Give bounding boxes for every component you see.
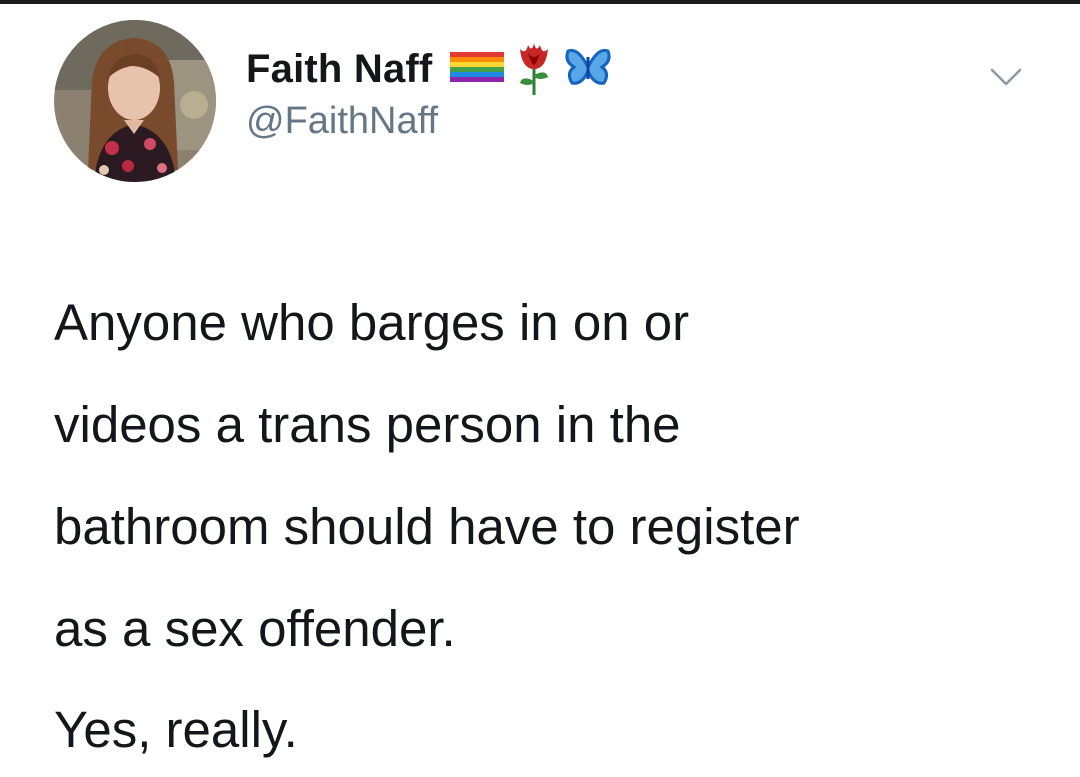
- tweet-line: videos a trans person in the: [54, 396, 681, 453]
- blue-butterfly-icon: [564, 47, 612, 92]
- name-emoji-badges: [450, 39, 612, 100]
- tweet-closing-line: Yes, really.: [54, 701, 298, 758]
- name-row: Faith Naff: [246, 42, 612, 95]
- rainbow-flag-icon: [450, 51, 505, 87]
- tweet-line: Anyone who barges in on or: [54, 294, 690, 351]
- tweet-body: Anyone who barges in on or videos a tran…: [54, 272, 1044, 680]
- avatar[interactable]: [54, 20, 216, 182]
- tweet-card: Faith Naff @FaithNaff Anyone who barges …: [0, 0, 1080, 777]
- user-handle[interactable]: @FaithNaff: [246, 100, 612, 143]
- user-block: Faith Naff @FaithNaff: [246, 42, 612, 143]
- more-options-button[interactable]: [986, 62, 1026, 92]
- avatar-photo: [54, 20, 216, 182]
- tweet-line: bathroom should have to register: [54, 498, 800, 555]
- display-name[interactable]: Faith Naff: [246, 47, 432, 92]
- chevron-down-icon: [990, 68, 1022, 86]
- rose-icon: [514, 39, 554, 100]
- tweet-line: as a sex offender.: [54, 600, 456, 657]
